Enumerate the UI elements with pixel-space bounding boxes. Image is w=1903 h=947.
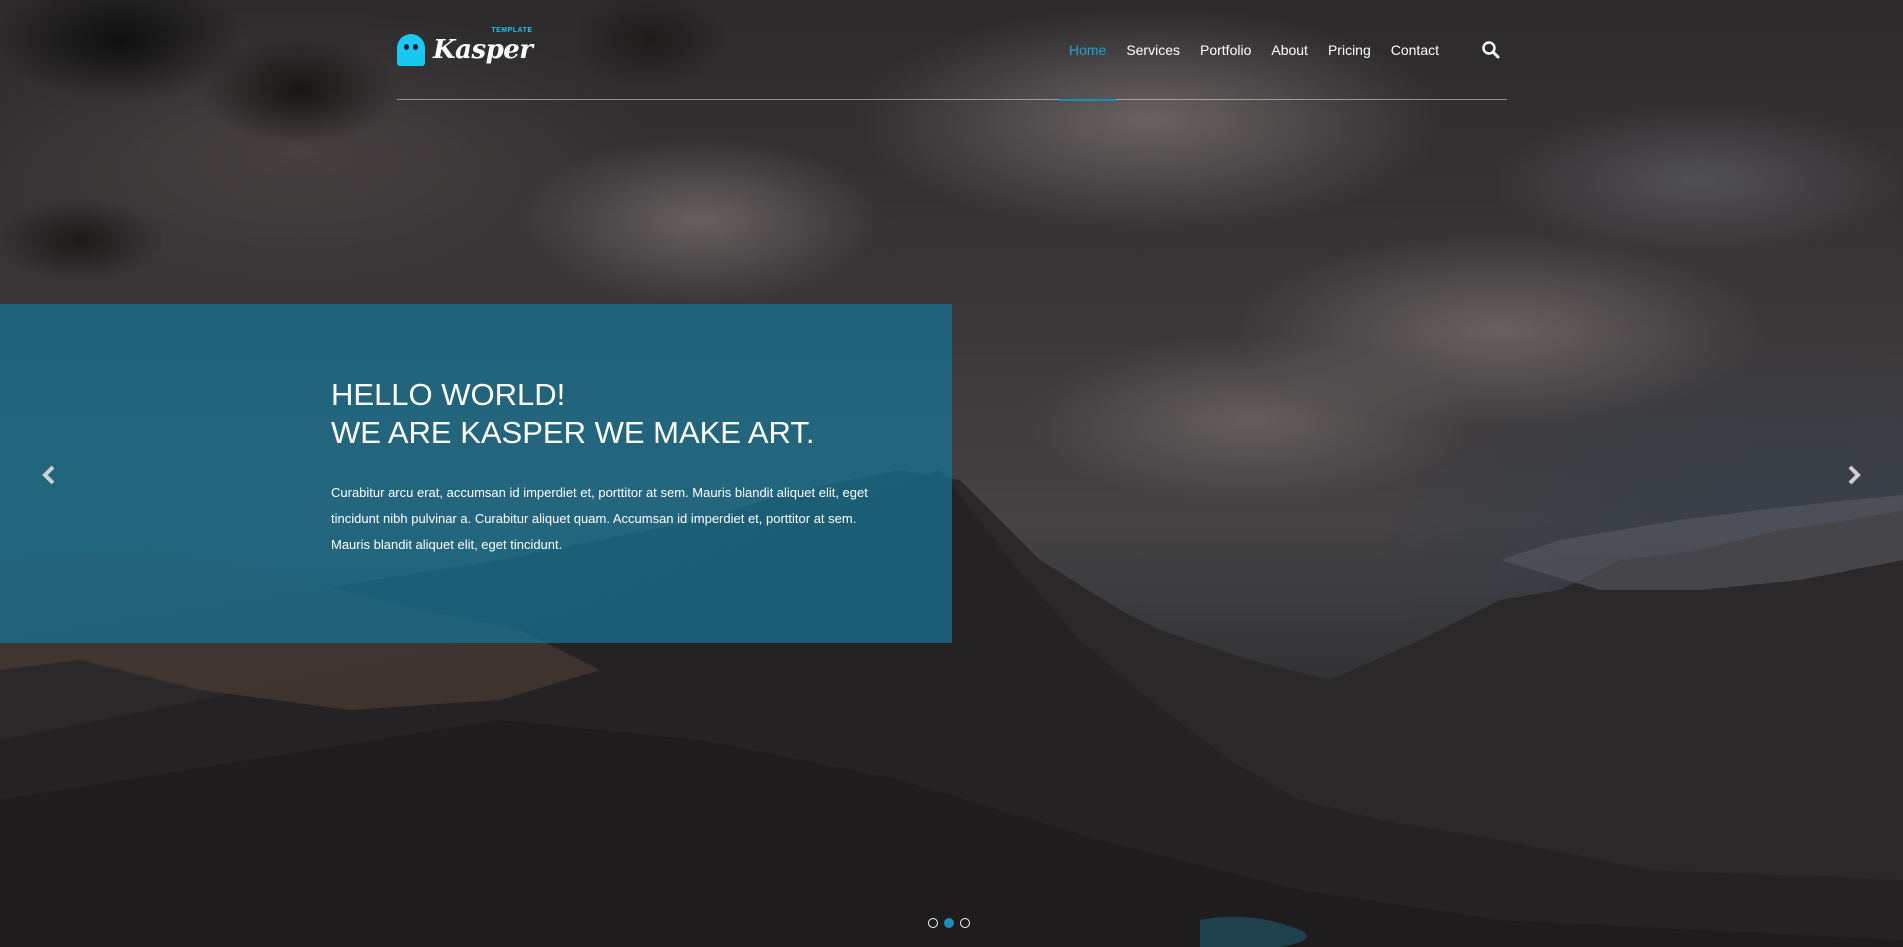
ghost-logo-icon <box>397 34 425 66</box>
hero-section: Kasper TEMPLATE Home Services Portfolio … <box>0 0 1903 947</box>
nav-item-services[interactable]: Services <box>1116 0 1190 100</box>
chevron-right-icon <box>1848 465 1861 485</box>
nav-item-contact[interactable]: Contact <box>1381 0 1449 100</box>
slide-title-line-2: WE ARE KASPER WE MAKE ART. <box>331 415 815 450</box>
search-icon[interactable] <box>1481 40 1501 60</box>
slide-title-line-1: HELLO WORLD! <box>331 377 566 412</box>
chevron-left-icon <box>42 465 55 485</box>
nav-item-about[interactable]: About <box>1261 0 1318 100</box>
carousel-indicators <box>928 918 970 928</box>
brand-name-text: Kasper <box>433 35 533 65</box>
slide-description: Curabitur arcu erat, accumsan id imperdi… <box>331 485 868 552</box>
carousel-dot-3[interactable] <box>960 918 970 928</box>
main-nav: Home Services Portfolio About Pricing Co… <box>1058 0 1449 101</box>
carousel-dot-2[interactable] <box>944 918 954 928</box>
site-header: Kasper TEMPLATE Home Services Portfolio … <box>397 0 1507 101</box>
carousel-prev-button[interactable] <box>34 460 64 490</box>
brand-logo[interactable]: Kasper TEMPLATE <box>397 27 533 70</box>
slide-caption-box: HELLO WORLD! WE ARE KASPER WE MAKE ART. … <box>0 304 952 643</box>
brand-name: Kasper TEMPLATE <box>433 27 533 65</box>
carousel-dot-1[interactable] <box>928 918 938 928</box>
slide-title: HELLO WORLD! WE ARE KASPER WE MAKE ART. <box>331 376 815 452</box>
nav-item-portfolio[interactable]: Portfolio <box>1190 0 1261 100</box>
carousel-next-button[interactable] <box>1839 460 1869 490</box>
brand-tag: TEMPLATE <box>491 27 533 34</box>
nav-item-pricing[interactable]: Pricing <box>1318 0 1381 100</box>
nav-item-home[interactable]: Home <box>1058 0 1117 101</box>
